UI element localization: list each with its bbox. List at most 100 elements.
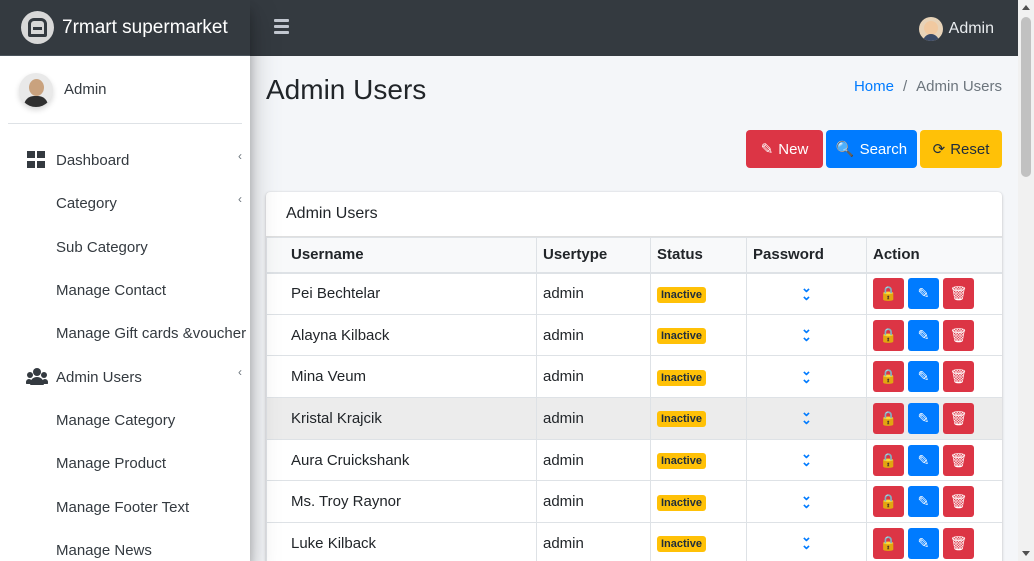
chevron-double-down-icon[interactable]: ⌄ ⌄ — [801, 322, 812, 343]
cell-username: Luke Kilback — [266, 522, 537, 561]
delete-button[interactable]: 🗑 — [943, 402, 974, 434]
sidebar-menu: Dashboard ‹ Category ‹ Sub Category Mana… — [0, 124, 250, 561]
edit-button[interactable]: ✎ — [908, 402, 939, 434]
delete-button[interactable]: 🗑 — [943, 486, 974, 518]
breadcrumb: Home / Admin Users — [854, 78, 1002, 95]
delete-button[interactable]: 🗑 — [943, 444, 974, 476]
edit-icon: ✎ — [917, 326, 930, 343]
page-scrollbar[interactable] — [1018, 0, 1034, 561]
user-avatar — [19, 72, 53, 107]
lock-button[interactable]: 🔒 — [873, 319, 904, 351]
trash-icon: 🗑 — [949, 368, 968, 385]
new-button[interactable]: ✎ New — [746, 130, 823, 168]
delete-button[interactable]: 🗑 — [943, 319, 974, 351]
sidebar-item-admin-users[interactable]: Admin Users ‹ — [0, 355, 250, 398]
table-row: Aura Cruickshank admin Inactive ⌄ ⌄ 🔒 ✎ 🗑 — [266, 438, 1002, 482]
edit-button[interactable]: ✎ — [908, 361, 939, 393]
trash-icon: 🗑 — [949, 493, 968, 510]
dashboard-icon — [27, 151, 47, 169]
search-icon: 🔍 — [835, 141, 855, 158]
sidebar-item-manage-news[interactable]: Manage News — [0, 529, 250, 561]
lock-button[interactable]: 🔒 — [873, 402, 904, 434]
delete-button[interactable]: 🗑 — [943, 527, 974, 559]
admin-users-table: Username Usertype Status Password Action… — [266, 237, 1002, 561]
cell-username: Ms. Troy Raynor — [266, 480, 537, 524]
user-panel[interactable]: Admin — [8, 56, 242, 124]
sidebar-item-dashboard[interactable]: Dashboard ‹ — [0, 139, 250, 182]
new-button-label: New — [778, 140, 809, 158]
cell-actions: 🔒 ✎ 🗑 — [866, 313, 1002, 357]
delete-button[interactable]: 🗑 — [943, 278, 974, 310]
edit-icon: ✎ — [917, 451, 930, 468]
scrollbar-thumb[interactable] — [1021, 17, 1031, 177]
chevron-double-down-icon[interactable]: ⌄ ⌄ — [801, 364, 812, 385]
sidebar-item-manage-category[interactable]: Manage Category — [0, 399, 250, 442]
scroll-up-icon[interactable] — [1022, 5, 1030, 10]
column-header-usertype[interactable]: Usertype — [536, 237, 651, 274]
delete-button[interactable]: 🗑 — [943, 361, 974, 393]
column-header-username[interactable]: Username — [266, 237, 537, 274]
users-icon — [26, 367, 48, 386]
navbar-user-menu[interactable]: Admin — [918, 17, 994, 41]
column-header-password[interactable]: Password — [746, 237, 867, 274]
edit-button[interactable]: ✎ — [908, 527, 939, 559]
brand-link[interactable]: 7rmart supermarket — [0, 0, 250, 56]
sidebar-item-label: Dashboard — [56, 152, 130, 170]
edit-button[interactable]: ✎ — [908, 444, 939, 476]
edit-icon: ✎ — [917, 409, 930, 426]
status-badge: Inactive — [657, 536, 706, 553]
search-button-label: Search — [859, 140, 908, 158]
table-row: Pei Bechtelar admin Inactive ⌄ ⌄ 🔒 ✎ 🗑 — [266, 272, 1002, 315]
edit-icon: ✎ — [917, 534, 930, 551]
breadcrumb-home-link[interactable]: Home — [854, 78, 894, 95]
lock-button[interactable]: 🔒 — [873, 278, 904, 310]
chevron-double-down-icon[interactable]: ⌄ ⌄ — [801, 447, 812, 468]
cell-status: Inactive — [650, 272, 747, 315]
menu-toggle-icon[interactable] — [274, 19, 289, 35]
sidebar-item-gift-cards[interactable]: Manage Gift cards &voucher — [0, 312, 250, 355]
cell-username: Pei Bechtelar — [266, 272, 537, 315]
chevron-double-down-icon[interactable]: ⌄ ⌄ — [801, 489, 812, 510]
cell-actions: 🔒 ✎ 🗑 — [866, 480, 1002, 524]
status-badge: Inactive — [657, 369, 706, 386]
lock-icon: 🔒 — [879, 285, 898, 302]
sidebar-item-category[interactable]: Category ‹ — [0, 182, 250, 225]
sidebar: 7rmart supermarket Admin Dashboard ‹ Cat… — [0, 0, 250, 561]
edit-button[interactable]: ✎ — [908, 486, 939, 518]
scroll-down-icon[interactable] — [1022, 551, 1030, 556]
chevron-double-down-icon[interactable]: ⌄ ⌄ — [801, 281, 812, 302]
chevron-double-down-icon[interactable]: ⌄ ⌄ — [801, 530, 812, 551]
sidebar-item-sub-category[interactable]: Sub Category — [0, 226, 250, 269]
cell-username: Alayna Kilback — [266, 313, 537, 357]
trash-icon: 🗑 — [949, 451, 968, 468]
cell-actions: 🔒 ✎ 🗑 — [866, 397, 1002, 440]
cell-actions: 🔒 ✎ 🗑 — [866, 438, 1002, 482]
chevron-double-down-icon[interactable]: ⌄ ⌄ — [801, 405, 812, 426]
cell-password: ⌄ ⌄ — [746, 272, 867, 315]
trash-icon: 🗑 — [949, 409, 968, 426]
cell-usertype: admin — [536, 397, 651, 440]
sidebar-item-label: Sub Category — [56, 238, 148, 256]
cell-status: Inactive — [650, 438, 747, 482]
sidebar-item-manage-contact[interactable]: Manage Contact — [0, 269, 250, 312]
search-button[interactable]: 🔍 Search — [826, 130, 917, 168]
column-header-status[interactable]: Status — [650, 237, 747, 274]
sidebar-item-manage-footer-text[interactable]: Manage Footer Text — [0, 485, 250, 528]
lock-button[interactable]: 🔒 — [873, 486, 904, 518]
navbar-avatar — [918, 17, 943, 41]
cell-password: ⌄ ⌄ — [746, 355, 867, 399]
cell-username: Kristal Krajcik — [266, 397, 537, 440]
action-toolbar: ✎ New 🔍 Search ⟳ Reset — [743, 130, 1002, 168]
column-header-action[interactable]: Action — [866, 237, 1002, 274]
lock-button[interactable]: 🔒 — [873, 527, 904, 559]
lock-icon: 🔒 — [879, 451, 898, 468]
edit-button[interactable]: ✎ — [908, 278, 939, 310]
table-row: Mina Veum admin Inactive ⌄ ⌄ 🔒 ✎ 🗑 — [266, 355, 1002, 399]
lock-button[interactable]: 🔒 — [873, 444, 904, 476]
cell-password: ⌄ ⌄ — [746, 313, 867, 357]
trash-icon: 🗑 — [949, 285, 968, 302]
edit-button[interactable]: ✎ — [908, 319, 939, 351]
reset-button[interactable]: ⟳ Reset — [920, 130, 1002, 168]
lock-button[interactable]: 🔒 — [873, 361, 904, 393]
sidebar-item-manage-product[interactable]: Manage Product — [0, 442, 250, 485]
